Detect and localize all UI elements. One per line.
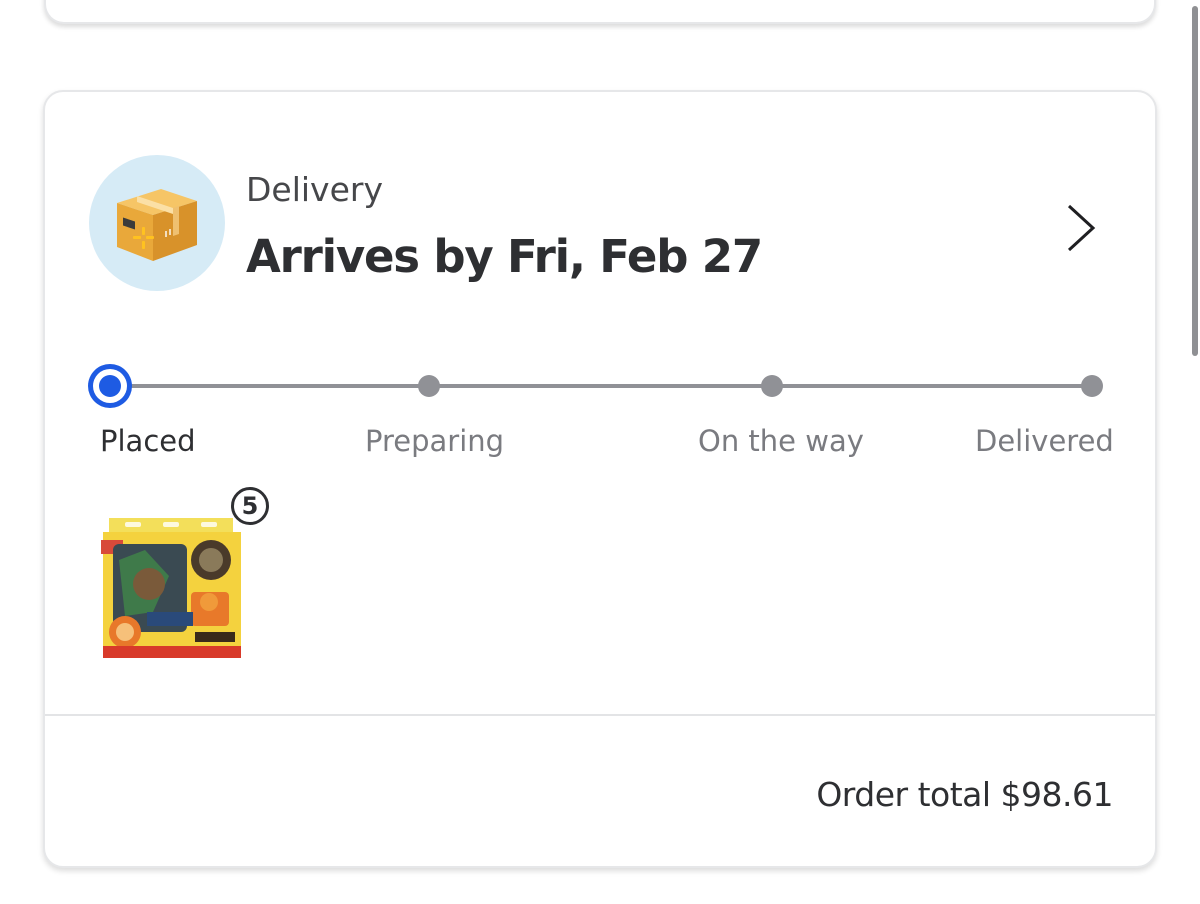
progress-step-on-the-way-marker	[761, 375, 783, 397]
progress-step-placed-label: Placed	[100, 424, 196, 458]
product-thumbnail[interactable]	[99, 516, 243, 662]
delivery-order-card[interactable]: Delivery Arrives by Fri, Feb 27 Placed P…	[43, 90, 1157, 868]
scrollbar-thumb[interactable]	[1192, 6, 1198, 356]
progress-track	[109, 384, 1092, 388]
arrival-date-heading: Arrives by Fri, Feb 27	[246, 230, 763, 283]
order-page: Delivery Arrives by Fri, Feb 27 Placed P…	[0, 0, 1200, 904]
previous-order-card[interactable]	[44, 0, 1156, 24]
package-box-icon	[89, 155, 225, 291]
progress-step-placed-marker	[88, 364, 132, 408]
order-total: Order total $98.61	[816, 775, 1113, 814]
item-quantity-badge: 5	[231, 487, 269, 525]
progress-step-delivered-marker	[1081, 375, 1103, 397]
progress-step-preparing-label: Preparing	[365, 424, 505, 458]
progress-step-delivered-label: Delivered	[975, 424, 1114, 458]
chevron-right-icon[interactable]	[1057, 200, 1097, 256]
progress-step-preparing-marker	[418, 375, 440, 397]
card-divider	[45, 714, 1155, 716]
delivery-type-label: Delivery	[246, 170, 383, 209]
scrollbar[interactable]	[1190, 0, 1200, 904]
progress-step-on-the-way-label: On the way	[698, 424, 864, 458]
